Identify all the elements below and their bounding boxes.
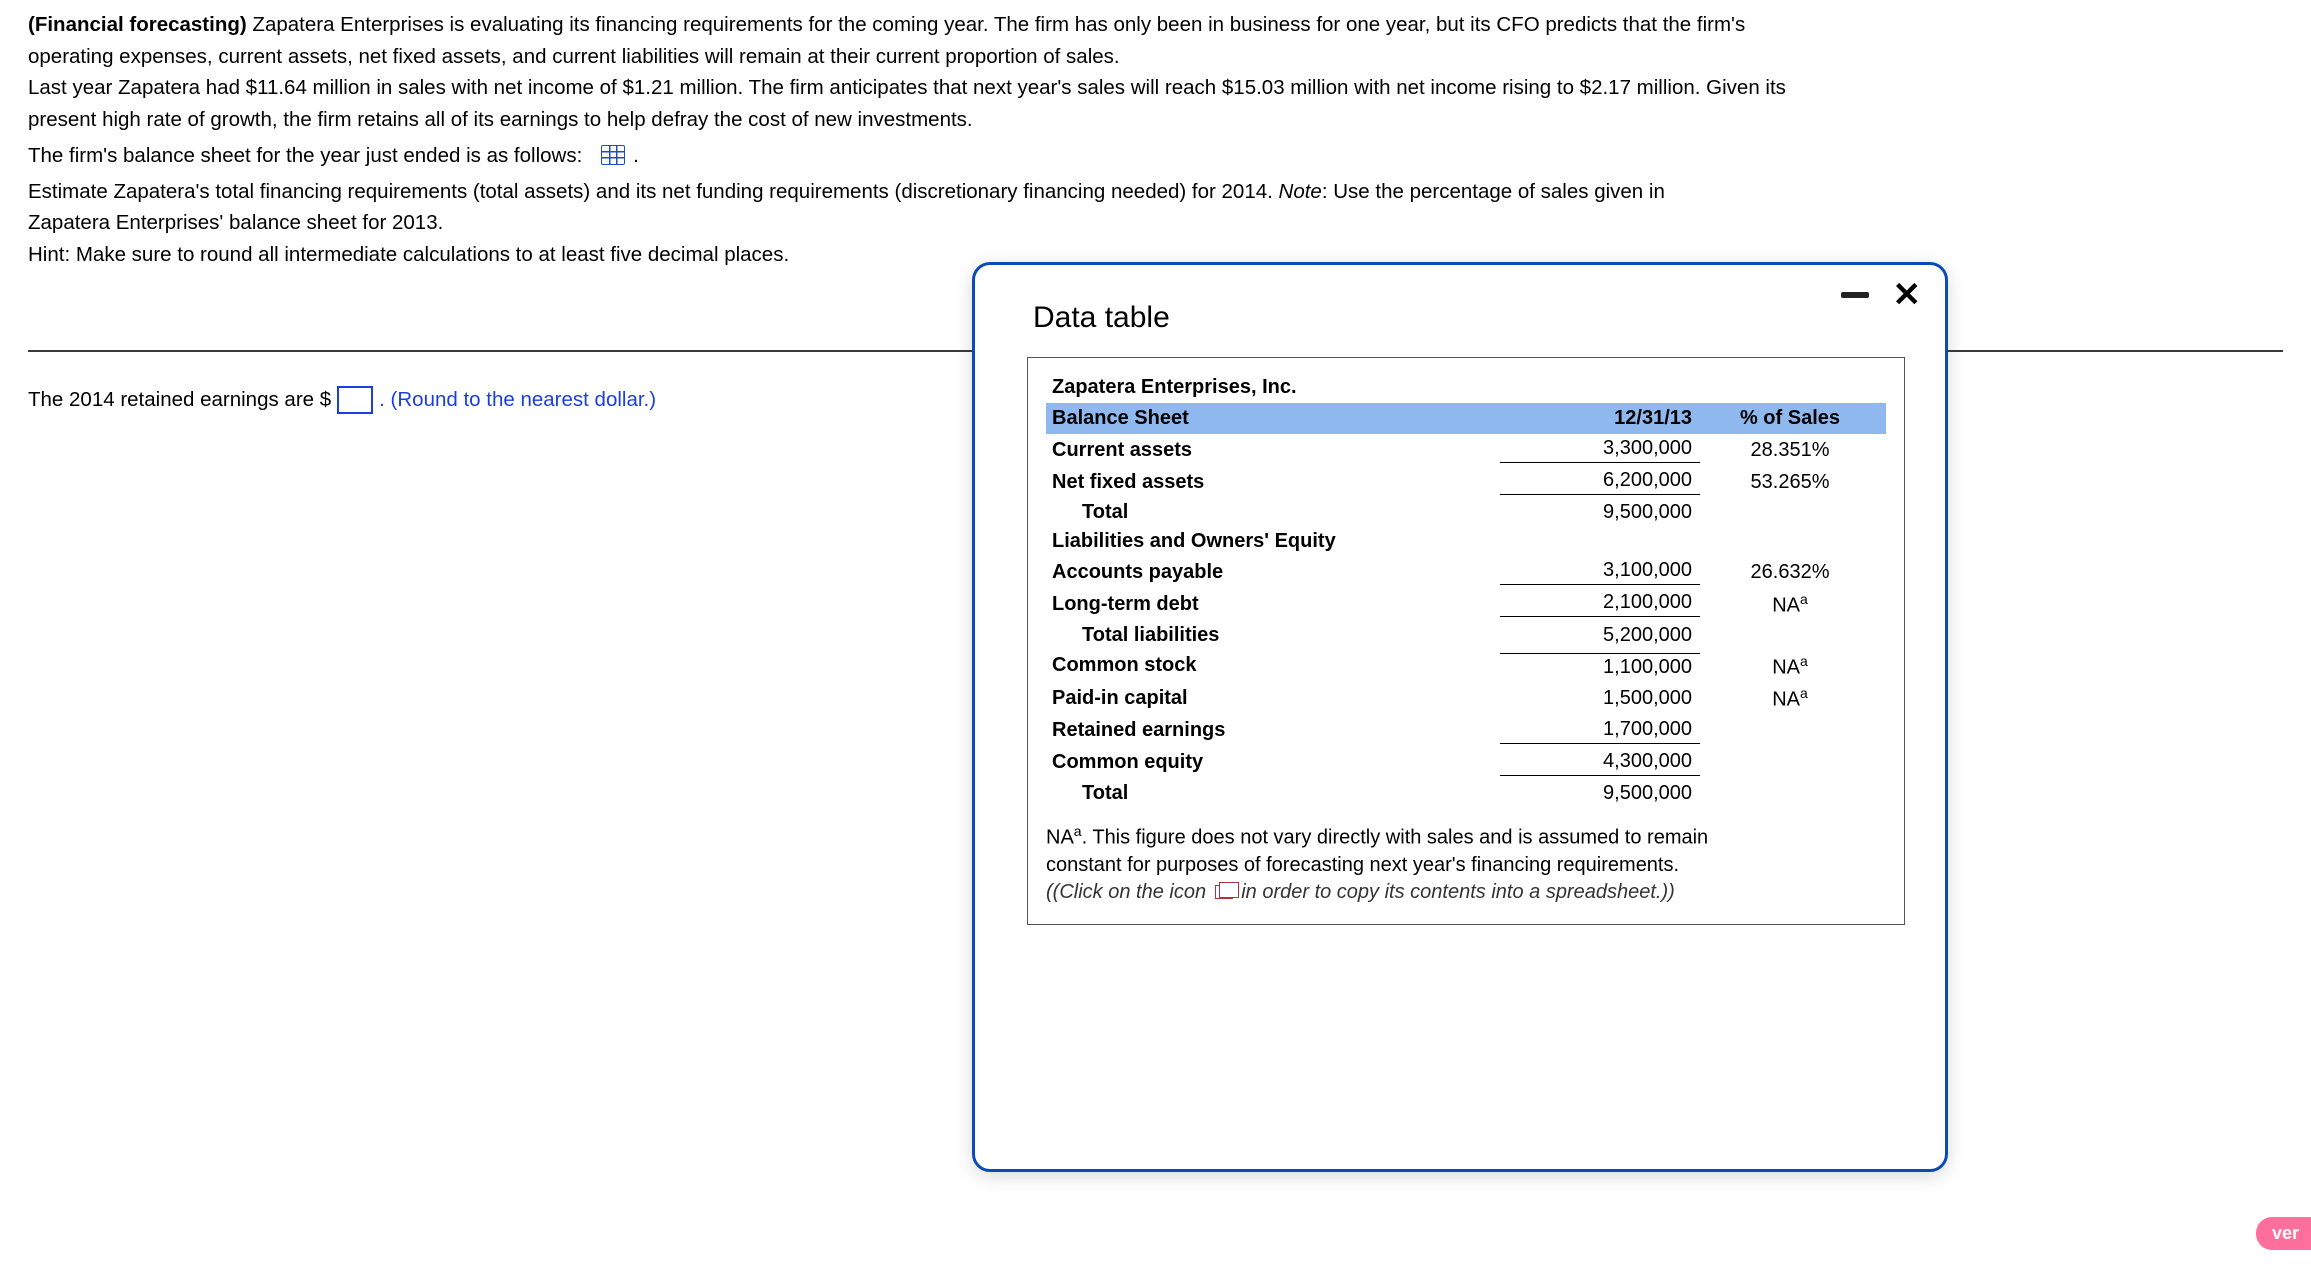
cell-label: Total — [1052, 782, 1500, 805]
cell-label: Common stock — [1052, 654, 1500, 677]
cell-label: Paid-in capital — [1052, 687, 1500, 710]
cell-value: 6,200,000 — [1500, 469, 1700, 495]
cell-percent: NAa — [1700, 591, 1880, 618]
cell-percent: NAa — [1700, 685, 1880, 712]
cell-label: Accounts payable — [1052, 561, 1500, 584]
cell-label: Total liabilities — [1052, 624, 1500, 647]
hdr-col1: Balance Sheet — [1052, 407, 1500, 430]
table-body: Current assets3,300,00028.351%Net fixed … — [1046, 434, 1886, 808]
cell-label: Liabilities and Owners' Equity — [1052, 530, 1500, 553]
cell-label: Total — [1052, 501, 1500, 524]
cell-value: 1,700,000 — [1500, 718, 1700, 744]
cell-percent: 53.265% — [1700, 471, 1880, 494]
copy-icon[interactable] — [1215, 885, 1233, 899]
retained-earnings-input[interactable] — [337, 386, 373, 414]
problem-note-word: Note — [1279, 180, 1322, 203]
company-name: Zapatera Enterprises, Inc. — [1046, 372, 1886, 403]
cell-value: 1,500,000 — [1500, 687, 1700, 710]
modal-controls: ✕ — [1841, 285, 1922, 305]
balance-sheet-box: Zapatera Enterprises, Inc. Balance Sheet… — [1027, 357, 1905, 925]
hdr-col2: 12/31/13 — [1500, 407, 1700, 430]
table-header-row: Balance Sheet 12/31/13 % of Sales — [1046, 403, 1886, 434]
cell-value: 9,500,000 — [1500, 501, 1700, 524]
problem-sent2b: present high rate of growth, the firm re… — [28, 105, 2283, 135]
table-row: Common stock1,100,000NAa — [1046, 650, 1886, 683]
cell-label: Net fixed assets — [1052, 471, 1500, 494]
footnote-hint-b-inner: in order to copy its contents into a spr… — [1241, 881, 1668, 903]
footnote-text2: constant for purposes of forecasting nex… — [1046, 854, 1679, 876]
cell-value: 5,200,000 — [1500, 624, 1700, 647]
problem-sent1a: Zapatera Enterprises is evaluating its f… — [252, 13, 1745, 36]
problem-sent3: The firm's balance sheet for the year ju… — [28, 144, 582, 167]
data-table-icon[interactable] — [601, 145, 625, 165]
page: (Financial forecasting) Zapatera Enterpr… — [0, 0, 2311, 1286]
footnote-hint-a-inner: (Click on the icon — [1053, 881, 1206, 903]
footnote-sup: a — [1074, 823, 1082, 839]
close-icon[interactable]: ✕ — [1893, 285, 1922, 305]
hdr-col3: % of Sales — [1700, 407, 1880, 430]
cell-value: 2,100,000 — [1500, 591, 1700, 617]
table-row: Common equity4,300,000 — [1046, 747, 1886, 779]
minimize-icon[interactable] — [1841, 292, 1869, 298]
footnote-na: NA — [1046, 827, 1074, 849]
problem-sent2a: Last year Zapatera had $11.64 million in… — [28, 76, 1786, 99]
cell-value: 4,300,000 — [1500, 750, 1700, 776]
cell-percent: 26.632% — [1700, 561, 1880, 584]
cell-percent: 28.351% — [1700, 439, 1880, 462]
cell-value: 1,100,000 — [1500, 653, 1700, 679]
footnote: NAa. This figure does not vary directly … — [1046, 822, 1886, 906]
cell-label: Retained earnings — [1052, 719, 1500, 742]
cell-label: Common equity — [1052, 751, 1500, 774]
problem-period: . — [633, 144, 639, 167]
problem-sent4a: Estimate Zapatera's total financing requ… — [28, 180, 1279, 203]
modal-title: Data table — [1033, 301, 1933, 335]
answer-lead: The 2014 retained earnings are $ — [28, 388, 331, 412]
problem-sent4b: : Use the percentage of sales given in — [1322, 180, 1665, 203]
table-row: Liabilities and Owners' Equity — [1046, 527, 1886, 556]
table-row: Paid-in capital1,500,000NAa — [1046, 682, 1886, 715]
cell-value: 3,300,000 — [1500, 437, 1700, 463]
table-row: Net fixed assets6,200,00053.265% — [1046, 466, 1886, 498]
table-row: Long-term debt2,100,000NAa — [1046, 588, 1886, 621]
footnote-hint: ((Click on the icon in order to copy its… — [1046, 881, 1675, 903]
table-row: Total9,500,000 — [1046, 779, 1886, 808]
footnote-text1: . This figure does not vary directly wit… — [1082, 827, 1709, 849]
data-table-modal: ✕ Data table Zapatera Enterprises, Inc. … — [972, 262, 1948, 1172]
cell-value: 9,500,000 — [1500, 782, 1700, 805]
answer-tail: . (Round to the nearest dollar.) — [379, 388, 656, 412]
cell-percent: NAa — [1700, 653, 1880, 680]
problem-sent4c: Zapatera Enterprises' balance sheet for … — [28, 208, 2283, 238]
ver-pill[interactable]: ver — [2256, 1217, 2311, 1250]
cell-label: Long-term debt — [1052, 593, 1500, 616]
table-row: Current assets3,300,00028.351% — [1046, 434, 1886, 466]
table-row: Retained earnings1,700,000 — [1046, 715, 1886, 747]
problem-sent1b: operating expenses, current assets, net … — [28, 42, 2283, 72]
cell-value: 3,100,000 — [1500, 559, 1700, 585]
cell-label: Current assets — [1052, 439, 1500, 462]
problem-text: (Financial forecasting) Zapatera Enterpr… — [28, 10, 2283, 270]
table-row: Accounts payable3,100,00026.632% — [1046, 556, 1886, 588]
problem-tag: (Financial forecasting) — [28, 13, 247, 36]
table-row: Total liabilities5,200,000 — [1046, 621, 1886, 650]
table-row: Total9,500,000 — [1046, 498, 1886, 527]
